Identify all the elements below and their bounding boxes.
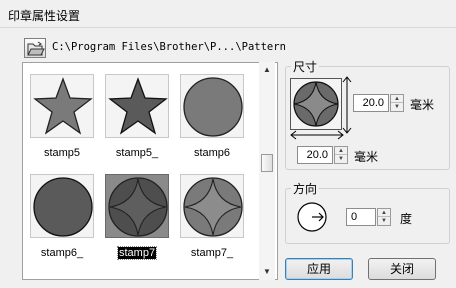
spin-down-icon[interactable]: ▼ bbox=[378, 217, 390, 225]
scroll-up-arrow-icon[interactable]: ▲ bbox=[259, 62, 275, 78]
height-spinner[interactable]: ▲ ▼ bbox=[390, 94, 404, 112]
angle-unit: 度 bbox=[400, 212, 413, 226]
width-input[interactable]: 20.0 bbox=[297, 146, 333, 164]
spin-up-icon[interactable]: ▲ bbox=[335, 147, 347, 155]
scroll-down-arrow-icon[interactable]: ▼ bbox=[259, 264, 275, 280]
spin-down-icon[interactable]: ▼ bbox=[335, 155, 347, 163]
stamp-label[interactable]: stamp7_ bbox=[183, 247, 241, 259]
stamp-label[interactable]: stamp5 bbox=[33, 147, 91, 159]
stamp-thumbnail[interactable] bbox=[180, 74, 244, 138]
direction-group-title: 方向 bbox=[291, 180, 320, 197]
width-arrow-icon bbox=[290, 130, 344, 140]
stamp-label[interactable]: stamp6_ bbox=[33, 247, 91, 259]
stamp-thumbnail-selected[interactable] bbox=[105, 174, 169, 238]
stamp-thumbnail[interactable] bbox=[105, 74, 169, 138]
spin-up-icon[interactable]: ▲ bbox=[391, 95, 403, 103]
star-outline-icon bbox=[33, 77, 93, 135]
angle-input[interactable]: 0 bbox=[346, 208, 376, 226]
height-value: 20.0 bbox=[362, 97, 384, 109]
title-bar: 印章属性设置 bbox=[0, 0, 456, 28]
stamp-list: stamp5 stamp5_ stamp6 stamp6_ stamp7 sta… bbox=[22, 62, 278, 280]
width-unit: 毫米 bbox=[354, 150, 379, 164]
astroid-outline-icon bbox=[183, 177, 243, 237]
astroid-filled-icon bbox=[108, 177, 168, 237]
circle-filled-icon bbox=[33, 177, 93, 237]
angle-value: 0 bbox=[351, 211, 358, 223]
stamp-thumbnail[interactable] bbox=[30, 74, 94, 138]
width-value: 20.0 bbox=[306, 149, 328, 161]
circle-outline-icon bbox=[183, 77, 243, 137]
height-arrow-icon bbox=[342, 76, 352, 134]
open-folder-button[interactable] bbox=[24, 38, 46, 58]
scroll-thumb[interactable] bbox=[261, 154, 273, 172]
window-title: 印章属性设置 bbox=[8, 9, 81, 23]
direction-dial-icon[interactable] bbox=[296, 201, 328, 233]
size-group-title: 尺寸 bbox=[291, 58, 320, 75]
stamp-thumbnail[interactable] bbox=[180, 174, 244, 238]
astroid-preview-icon bbox=[293, 81, 339, 127]
width-spinner[interactable]: ▲ ▼ bbox=[334, 146, 348, 164]
height-unit: 毫米 bbox=[410, 98, 435, 112]
list-scrollbar[interactable]: ▲ ▼ bbox=[259, 62, 275, 280]
folder-path: C:\Program Files\Brother\P...\Pattern bbox=[52, 41, 286, 53]
star-filled-icon bbox=[108, 77, 168, 135]
stamp-label-selected[interactable]: stamp7 bbox=[116, 246, 158, 260]
close-button[interactable]: 关闭 bbox=[368, 258, 436, 280]
height-input[interactable]: 20.0 bbox=[353, 94, 389, 112]
size-preview bbox=[290, 78, 342, 130]
spin-up-icon[interactable]: ▲ bbox=[378, 209, 390, 217]
stamp-thumbnail[interactable] bbox=[30, 174, 94, 238]
angle-spinner[interactable]: ▲ ▼ bbox=[377, 208, 391, 226]
stamp-label[interactable]: stamp6 bbox=[183, 147, 241, 159]
spin-down-icon[interactable]: ▼ bbox=[391, 103, 403, 111]
apply-button[interactable]: 应用 bbox=[285, 258, 353, 280]
stamp-label[interactable]: stamp5_ bbox=[108, 147, 166, 159]
